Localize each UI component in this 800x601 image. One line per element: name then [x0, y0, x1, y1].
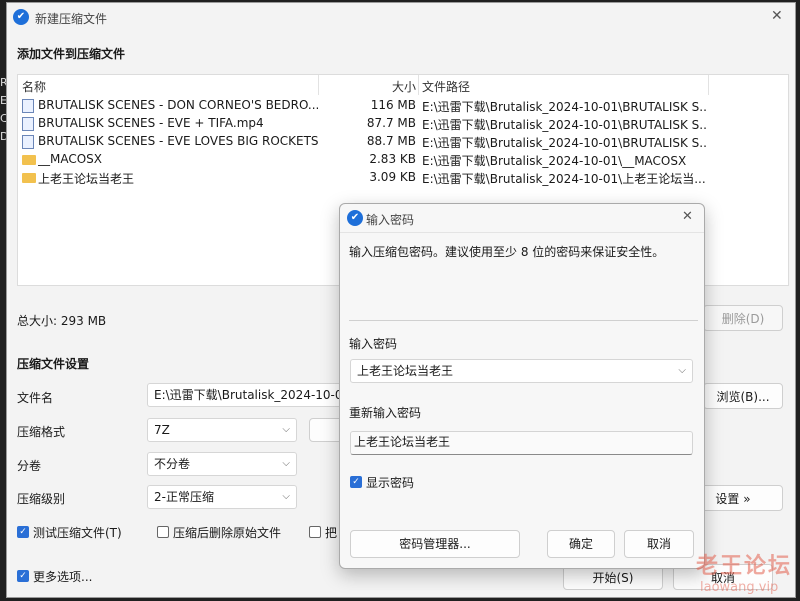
file-path: E:\迅雷下载\Brutalisk_2024-10-01\BRUTALISK S… [422, 100, 707, 114]
dialog-title: 输入密码 [366, 213, 415, 227]
dialog-header-divider [340, 232, 704, 233]
file-name: __MACOSX [38, 152, 103, 166]
video-file-icon [22, 99, 34, 113]
table-row[interactable]: 上老王论坛当老王 3.09 KB E:\迅雷下载\Brutalisk_2024-… [22, 169, 787, 187]
title-bar: ✔ 新建压缩文件 ✕ [7, 3, 795, 33]
dialog-divider [349, 320, 698, 321]
chevron-down-icon: ⌵ [678, 365, 686, 376]
filename-input[interactable]: E:\迅雷下载\Brutalisk_2024-10-01 [147, 383, 342, 407]
chevron-down-icon: ⌵ [282, 424, 290, 435]
section-add-heading: 添加文件到压缩文件 [17, 47, 126, 61]
chevron-down-icon: ⌵ [282, 458, 290, 469]
filename-label: 文件名 [17, 391, 54, 405]
dialog-cancel-button[interactable]: 取消 [624, 530, 694, 558]
table-row[interactable]: BRUTALISK SCENES - EVE + TIFA.mp4 87.7 M… [22, 115, 787, 133]
enter-password-value: 上老王论坛当老王 [357, 364, 454, 378]
file-path: E:\迅雷下载\Brutalisk_2024-10-01\BRUTALISK S… [422, 136, 707, 150]
file-size: 87.7 MB [366, 116, 416, 130]
file-name: BRUTALISK SCENES - DON CORNEO'S BEDRO... [38, 98, 318, 112]
delete-button[interactable]: 删除(D) [703, 305, 783, 331]
password-dialog: ✔ 输入密码 ✕ 输入压缩包密码。建议使用至少 8 位的密码来保证安全性。 输入… [339, 203, 705, 569]
file-size: 88.7 MB [366, 134, 416, 148]
folder-icon [22, 173, 36, 183]
format-label: 压缩格式 [17, 425, 66, 439]
level-value: 2-正常压缩 [154, 490, 214, 504]
video-file-icon [22, 135, 34, 149]
level-select[interactable]: 2-正常压缩 ⌵ [147, 485, 297, 509]
column-header-size[interactable]: 大小 [392, 78, 416, 95]
file-name: BRUTALISK SCENES - EVE LOVES BIG ROCKETS… [38, 134, 318, 148]
file-name: BRUTALISK SCENES - EVE + TIFA.mp4 [38, 116, 264, 130]
watermark-url: laowang.vip [700, 580, 779, 595]
column-header-name[interactable]: 名称 [22, 78, 46, 95]
table-row[interactable]: BRUTALISK SCENES - DON CORNEO'S BEDRO...… [22, 97, 787, 115]
browse-button[interactable]: 浏览(B)... [703, 383, 783, 409]
column-divider[interactable] [418, 75, 419, 95]
delete-after-label[interactable]: 压缩后删除原始文件 [173, 524, 281, 541]
more-options-label[interactable]: 更多选项... [33, 568, 92, 585]
chevron-down-icon: ⌵ [282, 491, 290, 502]
dialog-description: 输入压缩包密码。建议使用至少 8 位的密码来保证安全性。 [349, 245, 665, 259]
table-row[interactable]: __MACOSX 2.83 KB E:\迅雷下载\Brutalisk_2024-… [22, 151, 787, 169]
test-archive-checkbox[interactable]: ✓ [17, 526, 29, 538]
level-label: 压缩级别 [17, 492, 66, 506]
show-password-checkbox[interactable]: ✓ [350, 476, 362, 488]
app-icon: ✔ [13, 9, 29, 25]
video-file-icon [22, 117, 34, 131]
file-size: 2.83 KB [369, 152, 416, 166]
more-options-checkbox[interactable]: ✓ [17, 570, 29, 582]
total-size: 总大小: 293 MB [17, 314, 107, 328]
option-label[interactable]: 把 [325, 524, 337, 541]
format-select[interactable]: 7Z ⌵ [147, 418, 297, 442]
column-divider[interactable] [318, 75, 319, 95]
option-checkbox[interactable] [309, 526, 321, 538]
settings-heading: 压缩文件设置 [17, 357, 90, 371]
ok-button[interactable]: 确定 [547, 530, 615, 558]
file-path: E:\迅雷下载\Brutalisk_2024-10-01\__MACOSX [422, 154, 687, 168]
password-manager-button[interactable]: 密码管理器... [350, 530, 520, 558]
close-icon[interactable]: ✕ [771, 8, 783, 24]
show-password-label[interactable]: 显示密码 [366, 474, 414, 491]
split-label: 分卷 [17, 459, 42, 473]
file-size: 3.09 KB [369, 170, 416, 184]
column-header-path[interactable]: 文件路径 [422, 78, 470, 95]
format-value: 7Z [154, 423, 170, 437]
watermark-text: 老王论坛 [696, 554, 793, 579]
split-select[interactable]: 不分卷 ⌵ [147, 452, 297, 476]
column-divider[interactable] [708, 75, 709, 95]
folder-icon [22, 155, 36, 165]
file-path: E:\迅雷下载\Brutalisk_2024-10-01\上老王论坛当... [422, 172, 706, 186]
enter-password-label: 输入密码 [349, 337, 398, 351]
split-value: 不分卷 [154, 457, 191, 471]
file-name: 上老王论坛当老王 [38, 172, 135, 186]
window-title: 新建压缩文件 [35, 12, 108, 26]
close-icon[interactable]: ✕ [682, 209, 693, 224]
reenter-password-input[interactable]: 上老王论坛当老王 [350, 431, 693, 455]
test-archive-label[interactable]: 测试压缩文件(T) [33, 524, 122, 541]
reenter-password-label: 重新输入密码 [349, 406, 422, 420]
delete-after-checkbox[interactable] [157, 526, 169, 538]
format-options-button[interactable] [309, 418, 343, 442]
file-path: E:\迅雷下载\Brutalisk_2024-10-01\BRUTALISK S… [422, 118, 707, 132]
table-row[interactable]: BRUTALISK SCENES - EVE LOVES BIG ROCKETS… [22, 133, 787, 151]
enter-password-input[interactable]: 上老王论坛当老王 ⌵ [350, 359, 693, 383]
file-size: 116 MB [370, 98, 416, 112]
app-icon: ✔ [347, 210, 363, 226]
